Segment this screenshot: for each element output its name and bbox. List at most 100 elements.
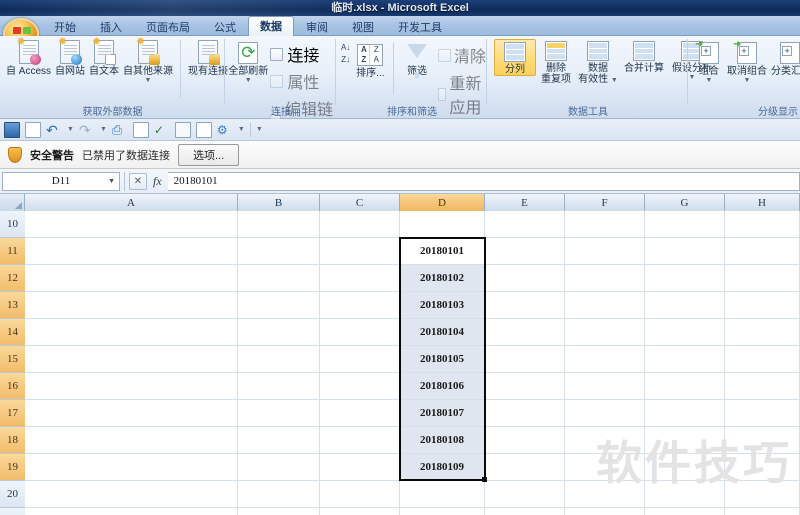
row-header-18[interactable]: 18 [0,427,25,454]
ribbon-group-connections: 全部刷新 ▼ 连接 属性 编辑链接 [226,36,336,143]
column-header-a[interactable]: A [25,194,238,211]
tab-data[interactable]: 数据 [248,16,294,36]
security-options-button[interactable]: 选项... [178,143,240,166]
chevron-down-icon[interactable]: ▼ [706,77,713,84]
formula-input[interactable]: 20180101 [167,171,800,191]
tab-developer[interactable]: 开发工具 [386,18,454,36]
ungroup-button[interactable]: ➜ 取消组合 ▼ [725,40,769,85]
cell-surface[interactable]: 软件技巧 20180101 20180102 20180103 20180104… [25,211,800,515]
fill-handle[interactable] [482,477,487,482]
chevron-down-icon[interactable]: ▼ [611,77,618,84]
from-web-button[interactable]: ✷ 自网站 [53,37,87,78]
row-header-15[interactable]: 15 [0,346,25,373]
formula-value: 20180101 [173,175,218,187]
refresh-all-button[interactable]: 全部刷新 ▼ [228,40,268,84]
cell-d15[interactable]: 20180105 [400,346,484,372]
cancel-icon[interactable]: ✕ [129,172,147,190]
connections-button[interactable]: 连接 [270,42,336,66]
row-header-11[interactable]: 11 [0,238,25,265]
ribbon-divider [180,40,182,98]
cell-d19[interactable]: 20180109 [400,454,484,480]
chevron-down-icon[interactable]: ▼ [145,77,152,84]
fx-icon[interactable]: fx [147,174,168,189]
column-header-h[interactable]: H [725,194,800,211]
row-header-20[interactable]: 20 [0,481,25,508]
macro-dropdown-icon[interactable]: ▼ [238,126,245,133]
column-header-c[interactable]: C [320,194,400,211]
cell-d17[interactable]: 20180107 [400,400,484,426]
column-header-e[interactable]: E [485,194,565,211]
redo-dropdown-icon[interactable]: ▼ [100,126,107,133]
cell-d12[interactable]: 20180102 [400,265,484,291]
ribbon-tabs: 开始 插入 页面布局 公式 数据 审阅 视图 开发工具 [42,16,454,36]
ribbon-tab-strip: 开始 插入 页面布局 公式 数据 审阅 视图 开发工具 [0,16,800,50]
select-all-corner[interactable] [0,194,25,211]
sort-descending-button[interactable]: Z↓ [341,56,350,64]
macro-icon[interactable]: ⚙ [217,122,233,138]
spelling-icon[interactable]: ✓ [154,122,170,138]
connections-label: 连接 [287,48,320,65]
consolidate-button[interactable]: 合并计算 [620,39,668,74]
tab-formulas[interactable]: 公式 [202,18,248,36]
table-icon[interactable] [195,121,212,138]
chart-icon[interactable] [132,121,149,138]
row-header-10[interactable]: 10 [0,211,25,238]
subtotal-label: 分类汇... [771,66,800,77]
save-icon[interactable] [4,121,20,138]
text-to-columns-button[interactable]: 分列 [494,39,536,76]
chevron-down-icon[interactable]: ▼ [108,177,115,185]
column-header-f[interactable]: F [565,194,645,211]
access-import-icon: ✷ [17,37,41,65]
cell-d16[interactable]: 20180106 [400,373,484,399]
row-header-19[interactable]: 19 [0,454,25,481]
tab-review[interactable]: 审阅 [294,18,340,36]
row-header-12[interactable]: 12 [0,265,25,292]
customize-icon[interactable]: ▼ [256,126,263,133]
security-warning-title: 安全警告 [30,149,74,162]
refresh-all-icon [238,42,259,64]
cell-d11[interactable]: 20180101 [400,238,484,264]
data-validation-button[interactable]: 数据 有效性 ▼ [576,39,620,85]
worksheet-grid: A B C D E F G H 10 11 12 13 14 15 16 17 … [0,194,800,515]
existing-connections-label: 现有连接 [188,66,229,77]
undo-icon[interactable]: ↶ [46,122,62,138]
column-header-d[interactable]: D [400,194,485,211]
new-icon[interactable] [25,121,41,138]
print-preview-icon[interactable] [174,121,191,138]
tab-home[interactable]: 开始 [42,18,88,36]
remove-duplicates-button[interactable]: 删除 重复项 [536,39,576,85]
formula-bar-divider [124,171,125,191]
row-header-16[interactable]: 16 [0,373,25,400]
column-header-row: A B C D E F G H [0,194,800,211]
tab-page-layout[interactable]: 页面布局 [134,18,202,36]
data-validation-icon [587,41,609,61]
quick-print-icon[interactable]: ⎙ [112,122,128,138]
row-header-21[interactable]: 21 [0,508,25,515]
from-access-button[interactable]: ✷ 自 Access [4,37,53,78]
cell-d13[interactable]: 20180103 [400,292,484,318]
from-text-button[interactable]: ✷ 自文本 [87,37,121,78]
row-header-13[interactable]: 13 [0,292,25,319]
tab-insert[interactable]: 插入 [88,18,134,36]
undo-dropdown-icon[interactable]: ▼ [67,126,74,133]
chevron-down-icon[interactable]: ▼ [245,77,252,84]
subtotal-button[interactable]: 分类汇... [769,40,800,77]
sort-ascending-button[interactable]: A↓ [341,44,350,52]
sort-button[interactable]: AZZA 排序... [353,42,387,79]
chevron-down-icon[interactable]: ▼ [744,77,751,84]
cell-d18[interactable]: 20180108 [400,427,484,453]
from-other-sources-button[interactable]: ✷ 自其他来源 ▼ [121,37,175,85]
name-box[interactable]: D11 ▼ [2,171,120,191]
filter-button[interactable]: 筛选 [400,42,434,78]
row-header-14[interactable]: 14 [0,319,25,346]
column-header-g[interactable]: G [645,194,725,211]
properties-label: 属性 [287,75,320,92]
row-header-17[interactable]: 17 [0,400,25,427]
group-button[interactable]: ➜ 组合 ▼ [693,40,725,84]
properties-button: 属性 [270,69,336,93]
column-header-b[interactable]: B [238,194,320,211]
tab-view[interactable]: 视图 [340,18,386,36]
redo-icon[interactable]: ↷ [79,122,95,138]
cell-d14[interactable]: 20180104 [400,319,484,345]
toolbar-divider [249,122,251,137]
